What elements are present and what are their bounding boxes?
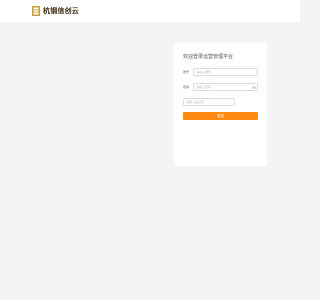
login-button[interactable]: 登录 (183, 112, 258, 120)
password-placeholder: 请输入密码 (196, 85, 212, 89)
password-row: 密码 请输入密码 (183, 83, 258, 91)
account-row: 账号 请输入账号 (183, 68, 258, 76)
brand-name: 杭钢信创云 (43, 7, 79, 15)
captcha-placeholder: 请输入验证码 (186, 100, 205, 104)
logo-icon (32, 6, 40, 16)
captcha-input[interactable]: 请输入验证码 (183, 98, 235, 106)
top-bar: 杭钢信创云 (0, 0, 300, 22)
account-placeholder: 请输入账号 (196, 70, 212, 74)
captcha-row: 请输入验证码 (183, 98, 235, 106)
brand[interactable]: 杭钢信创云 (32, 5, 79, 17)
login-card: 欢迎登录运营管理平台 账号 请输入账号 密码 请输入密码 请输入验证码 登录 (174, 43, 267, 166)
password-label: 密码 (183, 85, 190, 89)
account-label: 账号 (183, 70, 190, 74)
account-input[interactable]: 请输入账号 (193, 68, 258, 76)
password-input[interactable]: 请输入密码 (193, 83, 258, 91)
card-title: 欢迎登录运营管理平台 (183, 54, 234, 60)
eye-icon[interactable] (251, 86, 256, 89)
